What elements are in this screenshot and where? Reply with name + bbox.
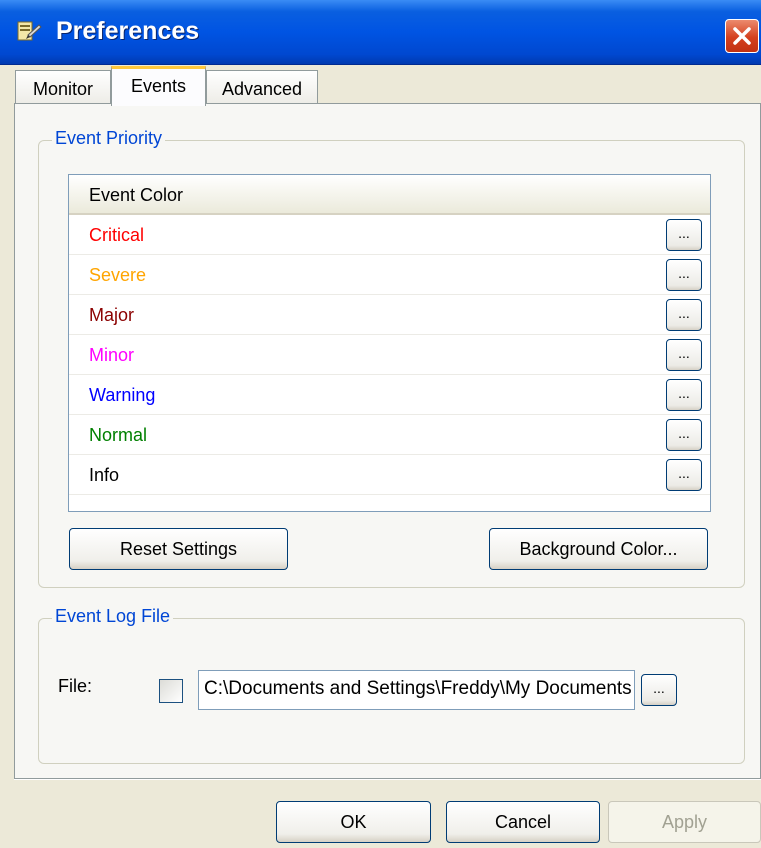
list-item-normal[interactable]: Normal ... [69,415,710,455]
event-label-normal: Normal [89,425,148,445]
list-item-critical[interactable]: Critical ... [69,215,710,255]
event-label-info: Info [89,465,120,485]
window-title: Preferences [56,17,200,45]
event-label-major: Major [89,305,135,325]
tab-monitor-label: Monitor [32,79,94,99]
cancel-button[interactable]: Cancel [446,801,600,843]
major-color-button[interactable]: ... [666,299,702,331]
list-item-info[interactable]: Info ... [69,455,710,495]
event-label-critical: Critical [89,225,145,245]
list-item-warning[interactable]: Warning ... [69,375,710,415]
file-enable-checkbox[interactable] [159,679,183,703]
apply-button[interactable]: Apply [608,801,761,843]
normal-color-button[interactable]: ... [666,419,702,451]
column-header-event-color: Event Color [89,185,184,205]
event-label-warning: Warning [89,385,156,405]
tab-events-label: Events [130,76,187,96]
title-bar: Preferences [0,0,761,65]
event-label-severe: Severe [89,265,147,285]
tab-advanced-label: Advanced [221,79,303,99]
list-header[interactable]: Event Color [69,175,710,215]
browse-file-button[interactable]: ... [641,674,677,706]
log-file-path-input[interactable]: C:\Documents and Settings\Freddy\My Docu… [198,670,635,710]
warning-color-button[interactable]: ... [666,379,702,411]
info-color-button[interactable]: ... [666,459,702,491]
tab-advanced[interactable]: Advanced [206,70,318,106]
event-log-file-label: Event Log File [52,606,174,627]
file-label: File: [58,676,93,696]
list-item-severe[interactable]: Severe ... [69,255,710,295]
list-item-minor[interactable]: Minor ... [69,335,710,375]
background-color-button[interactable]: Background Color... [489,528,708,570]
footer-divider [14,779,761,780]
event-priority-label: Event Priority [52,128,166,149]
tab-monitor[interactable]: Monitor [15,70,111,106]
tab-events[interactable]: Events [111,66,206,106]
severe-color-button[interactable]: ... [666,259,702,291]
reset-settings-button[interactable]: Reset Settings [69,528,288,570]
event-color-list[interactable]: Event Color Critical ... Severe ... Majo… [68,174,711,512]
close-icon [733,27,751,45]
list-item-major[interactable]: Major ... [69,295,710,335]
close-button[interactable] [725,19,759,53]
preferences-app-icon [17,21,42,41]
critical-color-button[interactable]: ... [666,219,702,251]
minor-color-button[interactable]: ... [666,339,702,371]
ok-button[interactable]: OK [276,801,431,843]
event-label-minor: Minor [89,345,135,365]
